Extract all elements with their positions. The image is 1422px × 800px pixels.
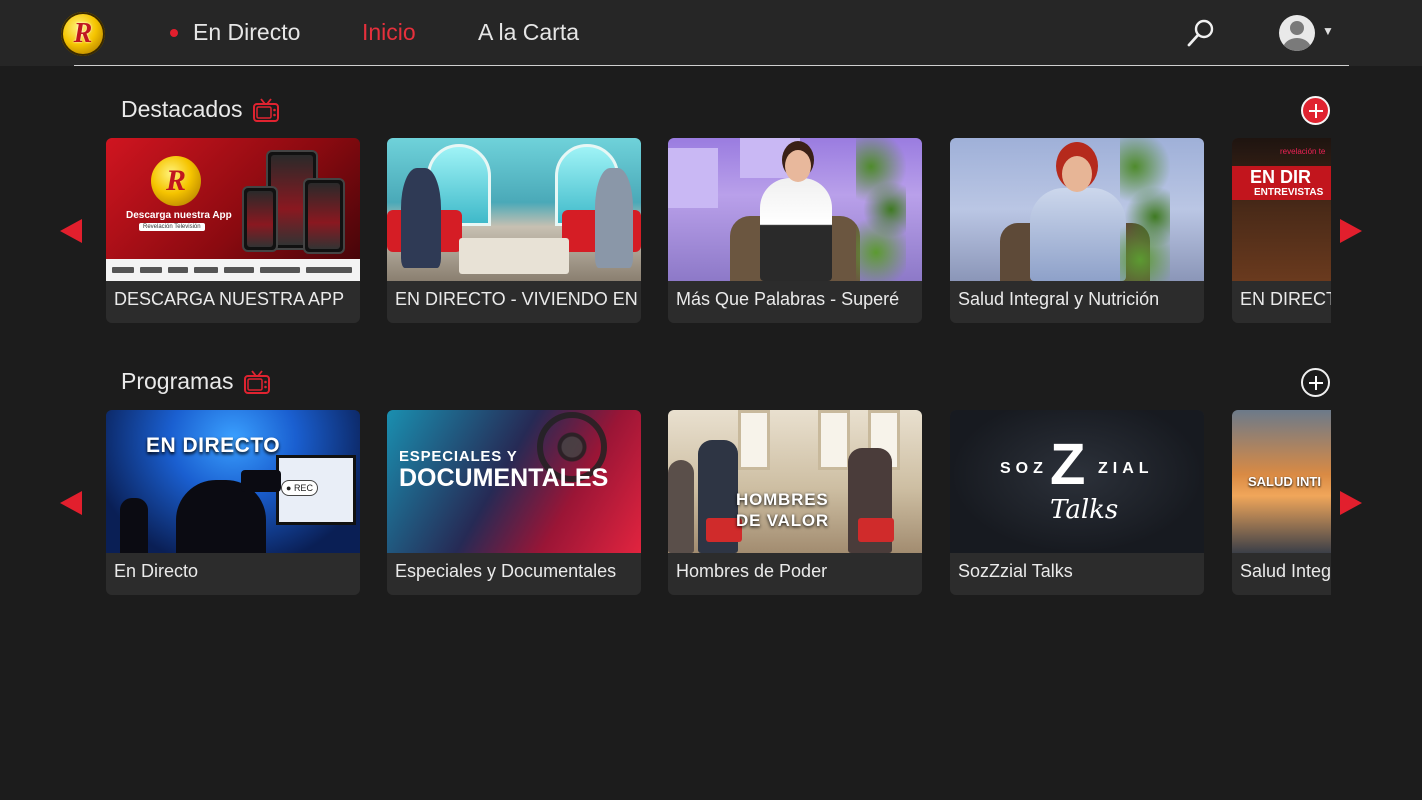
row1-next-arrow-icon[interactable] (1340, 219, 1362, 243)
thumb-text: SALUD INTI (1248, 474, 1321, 489)
thumb-text-left: SOZ (1000, 460, 1048, 477)
rec-badge: ● REC (281, 480, 318, 496)
card-label: DESCARGA NUESTRA APP (114, 289, 345, 309)
card-sozzzial-talks[interactable]: SOZ Z ZIAL Talks SozZzial Talks (950, 410, 1204, 595)
row-title-destacados: Destacados (121, 96, 280, 123)
card-salud-integral[interactable]: Salud Integral y Nutrición (950, 138, 1204, 323)
card-especiales-documentales[interactable]: ESPECIALES Y DOCUMENTALES Especiales y D… (387, 410, 641, 595)
card-label: Salud Integral y Nutrición (958, 289, 1160, 309)
thumb-text: EN DIR (1250, 167, 1312, 187)
row2-prev-arrow-icon[interactable] (60, 491, 82, 515)
chevron-down-icon[interactable]: ▼ (1322, 24, 1334, 38)
destacados-carousel: R Descarga nuestra App Revelación Televi… (106, 138, 1331, 326)
programas-carousel: ● REC EN DIRECTO En Directo ESPECIALES Y… (106, 410, 1331, 598)
card-hombres-de-poder[interactable]: HOMBRES DE VALOR Hombres de Poder (668, 410, 922, 595)
nav-live-label: En Directo (193, 19, 301, 45)
thumb-text-big: Z (1050, 432, 1086, 497)
add-destacados-button[interactable] (1301, 96, 1330, 125)
thumb-small-text: revelación te (1280, 147, 1326, 156)
live-dot-icon (170, 28, 178, 37)
nav-home[interactable]: Inicio (362, 19, 416, 46)
card-label: Más Que Palabras - Superé (676, 289, 900, 309)
card-thumbnail: HOMBRES DE VALOR (668, 410, 922, 553)
thumb-subtext: DE VALOR (736, 511, 829, 530)
row1-prev-arrow-icon[interactable] (60, 219, 82, 243)
nav-on-demand[interactable]: A la Carta (478, 19, 579, 46)
user-avatar-icon[interactable] (1279, 15, 1315, 51)
search-icon[interactable] (1186, 18, 1216, 48)
card-thumbnail: R Descarga nuestra App Revelación Televi… (106, 138, 360, 281)
header-divider (74, 65, 1349, 66)
thumb-text: HOMBRES (736, 490, 829, 509)
card-descarga-app[interactable]: R Descarga nuestra App Revelación Televi… (106, 138, 360, 323)
row-title-label: Destacados (121, 96, 243, 122)
card-thumbnail (387, 138, 641, 281)
card-label: Especiales y Documentales (395, 561, 617, 581)
nav-live[interactable]: En Directo (170, 19, 300, 46)
card-label: Salud Integ (1240, 561, 1331, 581)
card-thumbnail (950, 138, 1204, 281)
row-title-programas: Programas (121, 368, 271, 395)
card-thumbnail: ESPECIALES Y DOCUMENTALES (387, 410, 641, 553)
card-en-directo[interactable]: ● REC EN DIRECTO En Directo (106, 410, 360, 595)
card-label: En Directo (114, 561, 199, 581)
thumb-subtext: ENTREVISTAS (1254, 187, 1324, 198)
tv-icon (253, 97, 280, 122)
top-navigation-bar: R En Directo Inicio A la Carta ▼ (0, 0, 1422, 66)
card-label: EN DIRECTO (1240, 289, 1331, 309)
card-salud-integral-programa[interactable]: SALUD INTI Salud Integ (1232, 410, 1331, 595)
card-thumbnail: SALUD INTI (1232, 410, 1331, 553)
add-programas-button[interactable] (1301, 368, 1330, 397)
card-en-directo-entrevistas[interactable]: revelación te EN DIR ENTREVISTAS EN DIRE… (1232, 138, 1331, 323)
thumb-text: EN DIRECTO (146, 434, 281, 457)
card-label: Hombres de Poder (676, 561, 828, 581)
card-viviendo-en[interactable]: EN DIRECTO - VIVIENDO EN (387, 138, 641, 323)
card-thumbnail: ● REC EN DIRECTO (106, 410, 360, 553)
thumb-script: Talks (1050, 495, 1119, 525)
card-label: EN DIRECTO - VIVIENDO EN (395, 289, 638, 309)
card-mas-que-palabras[interactable]: Más Que Palabras - Superé (668, 138, 922, 323)
thumb-subtext: Revelación Televisión (139, 223, 205, 231)
row2-next-arrow-icon[interactable] (1340, 491, 1362, 515)
card-thumbnail: SOZ Z ZIAL Talks (950, 410, 1204, 553)
channel-logo[interactable]: R (61, 12, 105, 56)
row-title-label: Programas (121, 368, 234, 394)
thumb-text: ESPECIALES Y (399, 448, 518, 465)
thumb-text-right: ZIAL (1098, 460, 1154, 477)
logo-letter: R (73, 18, 93, 49)
tv-icon (244, 369, 271, 394)
thumb-text: Descarga nuestra App (126, 210, 232, 221)
card-thumbnail: revelación te EN DIR ENTREVISTAS (1232, 138, 1331, 281)
card-thumbnail (668, 138, 922, 281)
thumb-subtext: DOCUMENTALES (399, 464, 609, 492)
card-label: SozZzial Talks (958, 561, 1073, 581)
